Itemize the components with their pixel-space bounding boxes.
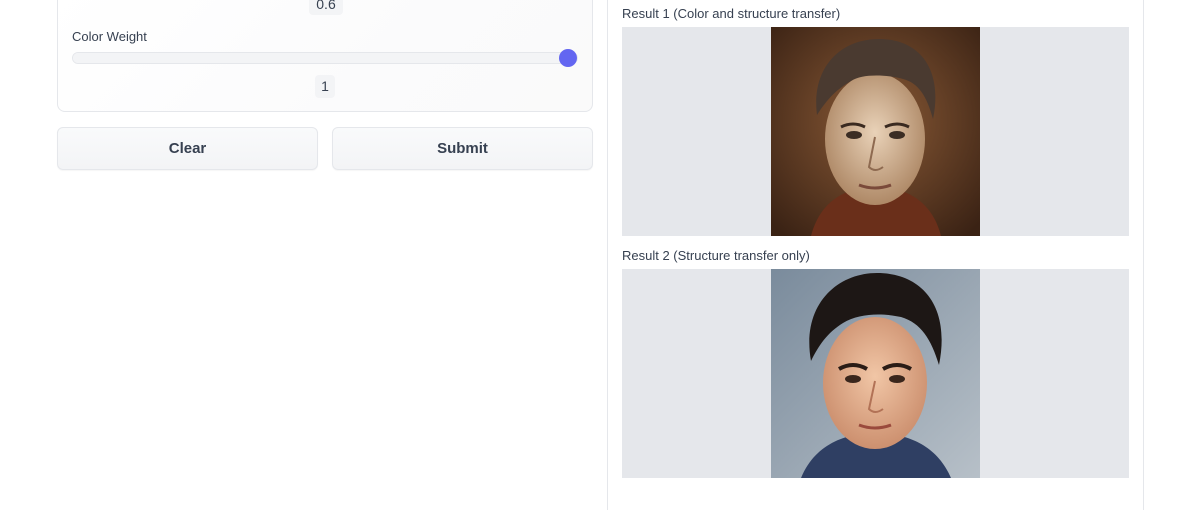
color-weight-label: Color Weight [72,29,147,44]
color-weight-slider[interactable] [72,49,578,67]
result-1-portrait-image [771,27,980,236]
color-weight-value[interactable]: 1 [315,75,335,98]
color-weight-slider-fill [73,53,568,63]
previous-slider-value[interactable]: 0.6 [309,0,343,15]
result-2-image-frame[interactable] [622,269,1129,478]
result-2-portrait-image [771,269,980,478]
settings-panel: 0.6 Color Weight 1 [57,0,593,112]
submit-button[interactable]: Submit [332,127,593,170]
result-1-label: Result 1 (Color and structure transfer) [622,6,841,21]
clear-button[interactable]: Clear [57,127,318,170]
slider-thumb-icon[interactable] [559,49,577,67]
result-1-image-frame[interactable] [622,27,1129,236]
result-2-label: Result 2 (Structure transfer only) [622,248,810,263]
